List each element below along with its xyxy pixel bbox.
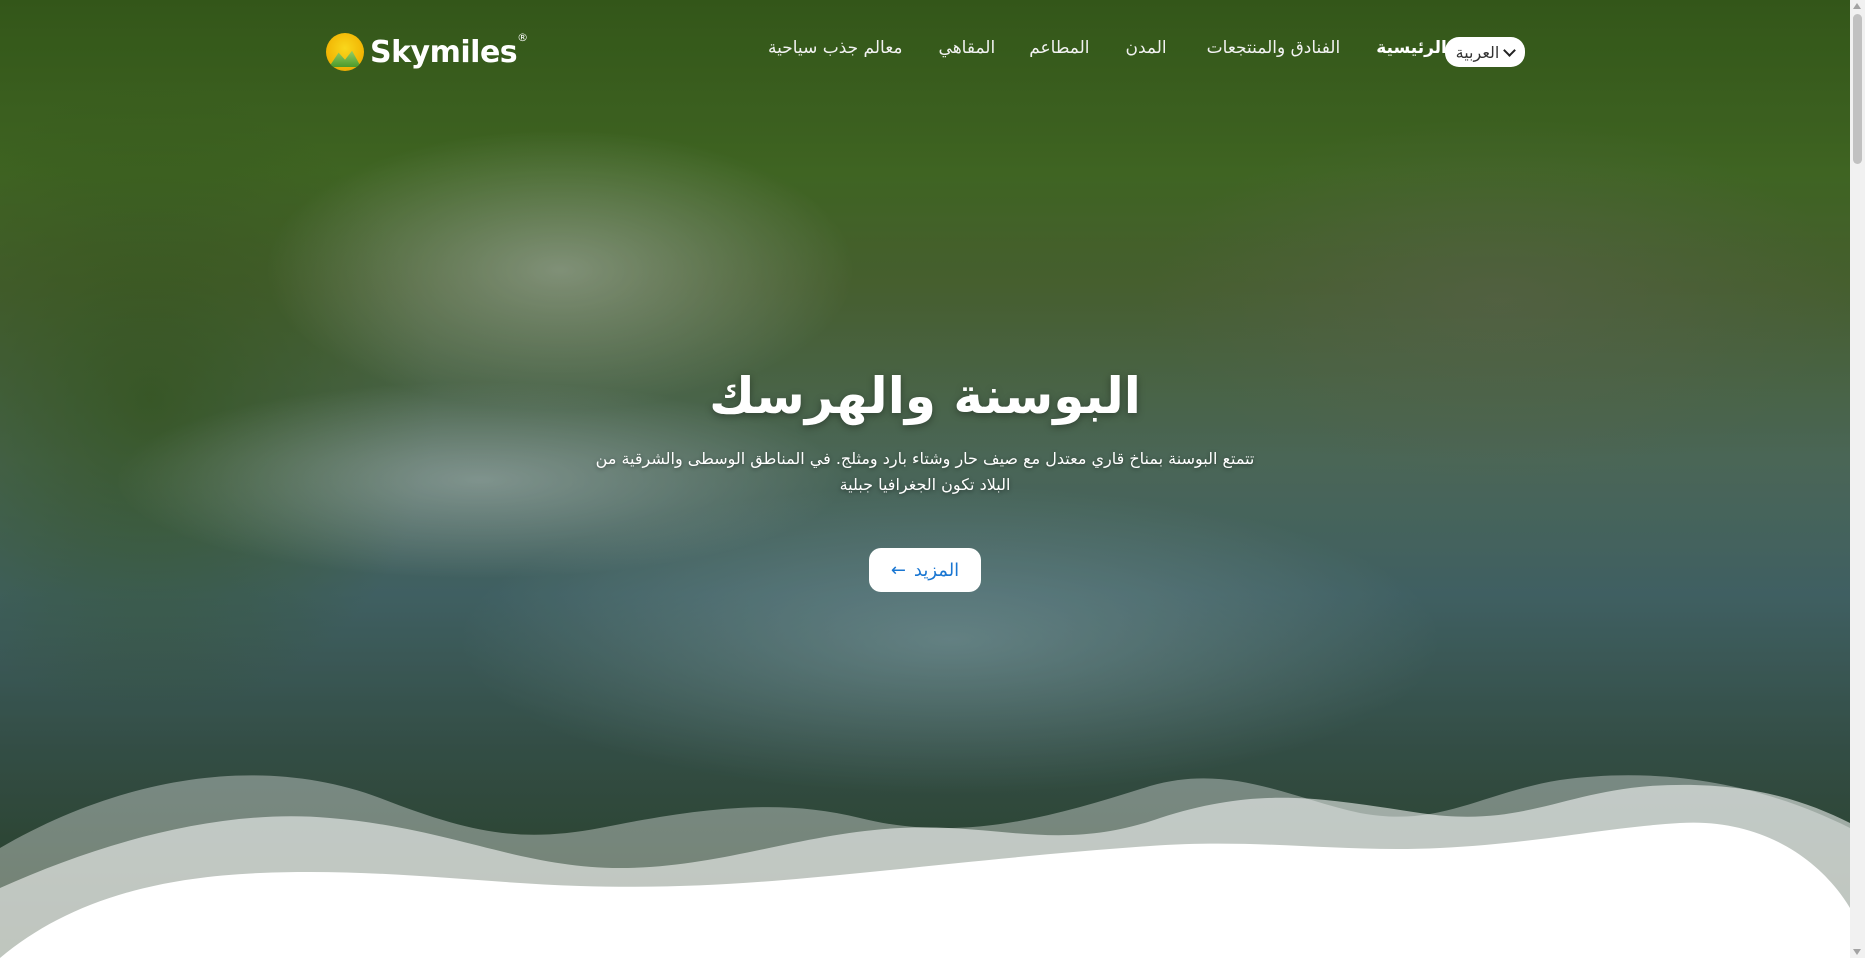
logo-mountain-sun-icon <box>326 33 364 71</box>
language-select-value: العربية <box>1455 42 1500 62</box>
chevron-down-icon <box>1503 43 1517 57</box>
site-header: Skymiles® الرئيسية الفنادق والمنتجعات ال… <box>0 0 1850 104</box>
nav-item-home[interactable]: الرئيسية <box>1376 38 1447 58</box>
language-select[interactable]: العربية <box>1445 37 1525 67</box>
trademark-mark: ® <box>517 30 528 44</box>
arrow-left-icon: ← <box>890 559 906 581</box>
page: Skymiles® الرئيسية الفنادق والمنتجعات ال… <box>0 0 1865 958</box>
nav-item-cities[interactable]: المدن <box>1126 38 1167 58</box>
main-nav: الرئيسية الفنادق والمنتجعات المدن المطاع… <box>768 38 1447 58</box>
more-button-label: المزيد <box>913 559 960 581</box>
scrollbar-thumb[interactable] <box>1853 14 1862 164</box>
nav-item-restaurants[interactable]: المطاعم <box>1029 38 1089 58</box>
brand-name: Skymiles <box>370 34 518 70</box>
scroll-up-arrow-icon[interactable] <box>1853 3 1861 9</box>
hero-title: البوسنة والهرسك <box>709 367 1141 425</box>
nav-item-hotels-resorts[interactable]: الفنادق والمنتجعات <box>1207 38 1341 58</box>
logo-text: Skymiles® <box>370 31 528 70</box>
nav-item-cafes[interactable]: المقاهي <box>939 38 996 58</box>
page-scrollbar[interactable] <box>1850 0 1865 958</box>
scroll-down-arrow-icon[interactable] <box>1853 949 1861 955</box>
decorative-waves <box>0 775 1850 958</box>
hero-content: البوسنة والهرسك تتمتع البوسنة بمناخ قاري… <box>0 360 1850 592</box>
site-logo[interactable]: Skymiles® <box>326 31 528 71</box>
nav-item-attractions[interactable]: معالم جذب سياحية <box>768 38 903 58</box>
hero-description: تتمتع البوسنة بمناخ قاري معتدل مع صيف حا… <box>595 449 1255 494</box>
more-button[interactable]: المزيد ← <box>868 548 982 592</box>
